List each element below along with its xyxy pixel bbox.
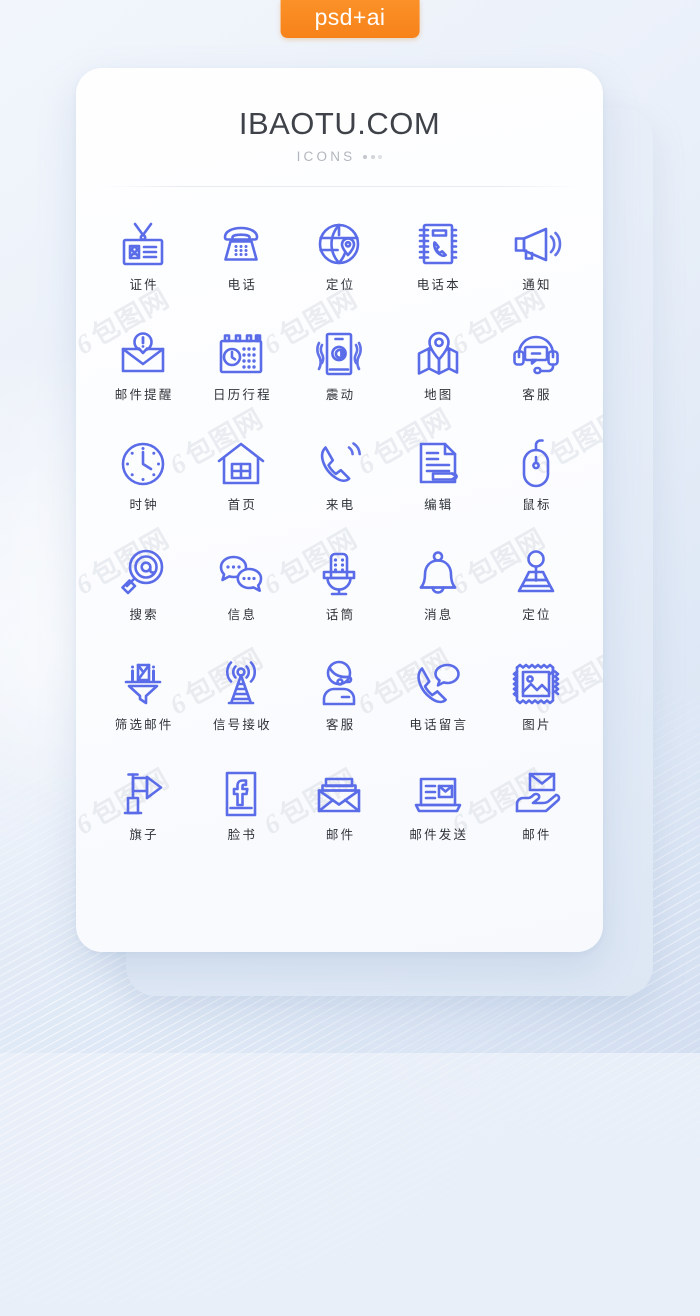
icon-cell[interactable]: 客服 <box>290 653 388 763</box>
icon-label: 通知 <box>522 276 552 292</box>
icon-label: 邮件提醒 <box>114 386 174 402</box>
icon-label: 信号接收 <box>212 716 272 732</box>
phone-vibrate-icon[interactable] <box>311 323 367 385</box>
headset-support-icon[interactable] <box>508 323 564 385</box>
icon-label: 证件 <box>129 276 159 292</box>
card-header: IBAOTU.COM ICONS <box>76 68 603 187</box>
hand-mail-icon[interactable] <box>508 763 564 825</box>
icon-label: 筛选邮件 <box>114 716 174 732</box>
icon-label: 定位 <box>325 276 356 292</box>
photo-stamp-icon[interactable] <box>508 653 564 715</box>
envelope-icon[interactable] <box>311 763 367 825</box>
icon-label: 邮件发送 <box>409 826 469 842</box>
signal-tower-icon[interactable] <box>213 653 269 715</box>
icon-cell[interactable]: 客服 <box>487 323 585 433</box>
icon-cell[interactable]: 来电 <box>290 433 388 543</box>
icon-label: 客服 <box>522 386 552 402</box>
icon-cell[interactable]: 邮件 <box>487 763 585 873</box>
search-at-icon[interactable] <box>115 543 171 605</box>
icon-label: 邮件 <box>325 826 356 842</box>
icon-cell[interactable]: 证件 <box>94 213 192 323</box>
icon-label: 客服 <box>325 716 356 732</box>
icon-cell[interactable]: 时钟 <box>94 433 192 543</box>
chat-bubbles-icon[interactable] <box>213 543 269 605</box>
icon-label: 来电 <box>325 496 356 512</box>
megaphone-icon[interactable] <box>508 213 564 275</box>
operator-agent-icon[interactable] <box>311 653 367 715</box>
icon-label: 地图 <box>424 386 454 402</box>
icon-cell[interactable]: 搜索 <box>94 543 192 653</box>
icon-cell[interactable]: 邮件发送 <box>389 763 487 873</box>
clock-icon[interactable] <box>115 433 171 495</box>
psd-ai-badge: psd+ai <box>280 0 420 38</box>
icon-cell[interactable]: 地图 <box>389 323 487 433</box>
incoming-call-icon[interactable] <box>311 433 367 495</box>
home-icon[interactable] <box>213 433 269 495</box>
icon-label: 定位 <box>522 606 552 622</box>
map-marker-pin-icon[interactable] <box>508 543 564 605</box>
icon-cell[interactable]: 编辑 <box>389 433 487 543</box>
icon-label: 日历行程 <box>212 386 272 402</box>
subtitle-row: ICONS <box>76 150 603 164</box>
icon-label: 首页 <box>227 496 258 512</box>
icon-label: 图片 <box>522 716 552 732</box>
decorative-dots-icon <box>363 154 383 159</box>
icon-label: 邮件 <box>522 826 552 842</box>
icon-label: 旗子 <box>129 826 159 842</box>
icon-label: 消息 <box>424 606 454 622</box>
icon-cell[interactable]: 鼠标 <box>487 433 585 543</box>
icon-cell[interactable]: 信息 <box>192 543 290 653</box>
icon-cell[interactable]: 话筒 <box>290 543 388 653</box>
icon-cell[interactable]: 电话 <box>192 213 290 323</box>
telephone-icon[interactable] <box>213 213 269 275</box>
icon-label: 震动 <box>325 386 356 402</box>
flag-icon[interactable] <box>115 763 171 825</box>
icon-cell[interactable]: 图片 <box>487 653 585 763</box>
icon-label: 电话留言 <box>409 716 469 732</box>
calendar-clock-icon[interactable] <box>213 323 269 385</box>
globe-location-icon[interactable] <box>311 213 367 275</box>
bell-icon[interactable] <box>410 543 466 605</box>
mail-filter-icon[interactable] <box>115 653 171 715</box>
id-card-icon[interactable] <box>115 213 171 275</box>
mail-alert-icon[interactable] <box>115 323 171 385</box>
page-subtitle: ICONS <box>296 149 356 164</box>
voicemail-icon[interactable] <box>410 653 466 715</box>
icon-cell[interactable]: 消息 <box>389 543 487 653</box>
icon-cell[interactable]: 定位 <box>290 213 388 323</box>
icon-set-card: 6包图网 6包图网 6包图网 6包图网 6包图网 6包图网 6包图网 6包图网 … <box>76 68 603 952</box>
map-pin-icon[interactable] <box>410 323 466 385</box>
icon-label: 搜索 <box>129 606 159 622</box>
page-title: IBAOTU.COM <box>238 106 441 141</box>
icon-label: 时钟 <box>129 496 159 512</box>
icon-cell[interactable]: 震动 <box>290 323 388 433</box>
icon-cell[interactable]: 电话本 <box>389 213 487 323</box>
icon-label: 脸书 <box>227 826 258 842</box>
icon-label: 鼠标 <box>522 496 552 512</box>
icon-cell[interactable]: 首页 <box>192 433 290 543</box>
phone-book-icon[interactable] <box>410 213 466 275</box>
icon-cell[interactable]: 日历行程 <box>192 323 290 433</box>
icon-cell[interactable]: 邮件提醒 <box>94 323 192 433</box>
laptop-mail-icon[interactable] <box>410 763 466 825</box>
icon-label: 信息 <box>227 606 258 622</box>
icon-label: 电话 <box>227 276 258 292</box>
icon-cell[interactable]: 通知 <box>487 213 585 323</box>
facebook-icon[interactable] <box>213 763 269 825</box>
mouse-icon[interactable] <box>508 433 564 495</box>
microphone-icon[interactable] <box>311 543 367 605</box>
icon-cell[interactable]: 定位 <box>487 543 585 653</box>
icon-cell[interactable]: 信号接收 <box>192 653 290 763</box>
icon-label: 电话本 <box>416 276 461 292</box>
icon-cell[interactable]: 邮件 <box>290 763 388 873</box>
edit-document-icon[interactable] <box>410 433 466 495</box>
icon-label: 话筒 <box>325 606 356 622</box>
icon-label: 编辑 <box>424 496 454 512</box>
icon-cell[interactable]: 脸书 <box>192 763 290 873</box>
icon-grid: 证件 电话 定位 电话本 通知 邮件提醒 日历行程 震动 地图 客服 时钟 首页… <box>76 187 603 873</box>
icon-cell[interactable]: 筛选邮件 <box>94 653 192 763</box>
icon-cell[interactable]: 电话留言 <box>389 653 487 763</box>
icon-cell[interactable]: 旗子 <box>94 763 192 873</box>
